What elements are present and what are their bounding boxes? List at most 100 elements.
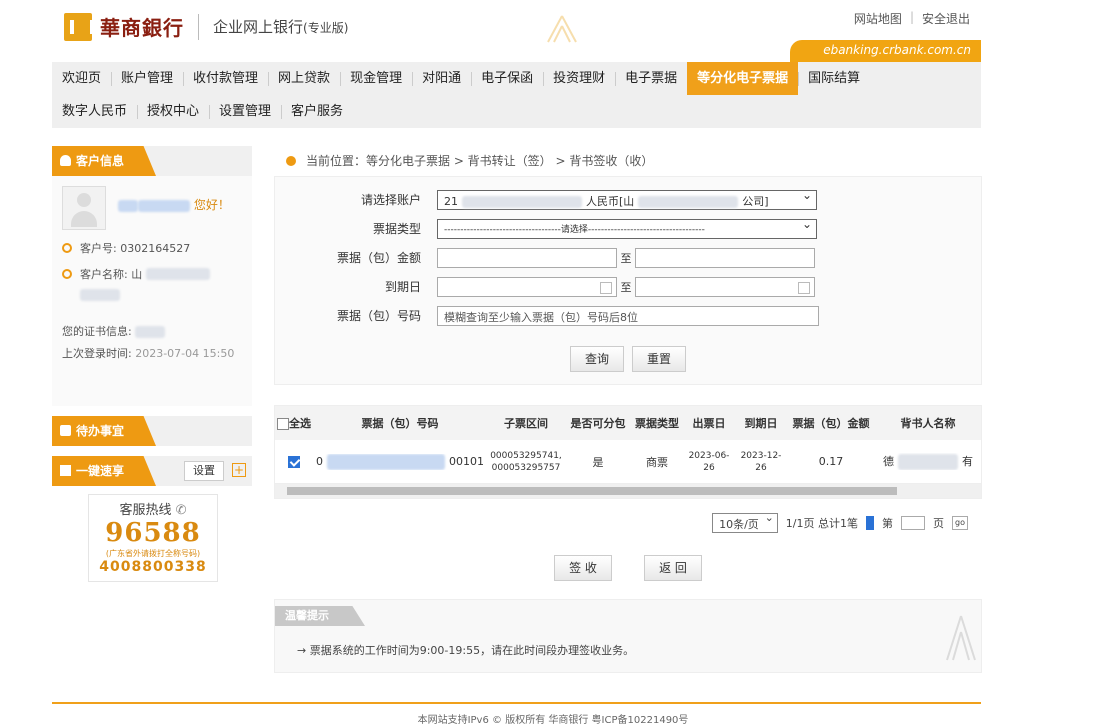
left-sidebar: 客户信息 您好！ 客户号: 0302164527 客户名称: 山 您的证书信息:… (52, 146, 252, 582)
bullet-icon (62, 269, 72, 279)
reset-button[interactable]: 重置 (632, 346, 687, 372)
nav-duiyang[interactable]: 对阳通 (412, 62, 471, 95)
redacted-name (138, 199, 190, 212)
page-info: 1/1页 总计1笔 (785, 517, 858, 530)
avatar (62, 186, 106, 230)
select-all[interactable]: 全选 (275, 415, 313, 431)
location-icon (286, 156, 296, 166)
nav-account[interactable]: 账户管理 (111, 62, 183, 95)
hotline-note: (广东省外请拨打全称号码) (105, 549, 201, 558)
page: 華商銀行 企业网上银行(专业版) 网站地图 | 安全退出 ebanking.cr… (0, 0, 1106, 726)
current-page-indicator[interactable] (866, 516, 874, 530)
bill-type-select[interactable]: ------------------------------------请选择-… (437, 218, 817, 239)
redacted-name (118, 199, 138, 212)
amount-max-input[interactable] (635, 247, 815, 268)
nav-settings[interactable]: 设置管理 (209, 95, 281, 128)
main-content: 当前位置：等分化电子票据 > 背书转让（签） > 背书签收（收） 请选择账户 2… (274, 146, 982, 673)
bank-name: 華商銀行 (100, 16, 184, 40)
scrollbar-thumb[interactable] (287, 487, 897, 495)
tips-title: 温馨提示 (275, 606, 365, 626)
col-bill-number: 票据（包）号码 (361, 417, 439, 430)
logout-link[interactable]: 安全退出 (922, 10, 970, 27)
customer-panel-tab: 客户信息 (52, 146, 156, 176)
query-button[interactable]: 查询 (569, 346, 624, 372)
col-endorser: 背书人名称 (900, 417, 956, 430)
action-buttons: 签 收 返 回 (274, 555, 982, 581)
todo-panel-tab: 待办事宜 (52, 416, 156, 446)
redacted-line (62, 288, 242, 301)
sign-button[interactable]: 签 收 (554, 555, 612, 581)
due-date-start-input[interactable] (437, 276, 617, 297)
footer: 本网站支持IPv6 © 版权所有 华商银行 粤ICP备10221490号 (417, 715, 689, 726)
url-banner: ebanking.crbank.com.cn (790, 40, 981, 62)
bank-logo[interactable]: 華商銀行 企业网上银行(专业版) (64, 12, 348, 41)
cell-bill-number: 0 00101 (316, 453, 484, 470)
site-map-link[interactable]: 网站地图 (854, 10, 902, 27)
nav-intl[interactable]: 国际结算 (798, 62, 870, 95)
last-login: 上次登录时间: 2023-07-04 15:50 (62, 347, 235, 360)
nav-split-ebill[interactable]: 等分化电子票据 (687, 62, 799, 95)
nav-welcome[interactable]: 欢迎页 (52, 62, 111, 95)
nav-digital-rmb[interactable]: 数字人民币 (52, 95, 137, 128)
hotline-box: 客服热线 ✆ 96588 (广东省外请拨打全称号码) 4008800338 (88, 494, 218, 582)
col-divisible: 是否可分包 (570, 417, 626, 430)
hotline-title: 客服热线 ✆ (119, 503, 187, 518)
cell-endorser: 德有 (883, 454, 973, 470)
back-button[interactable]: 返 回 (644, 555, 702, 581)
table-header: 全选 票据（包）号码 子票区间 是否可分包 票据类型 出票日 到期日 票据（包）… (275, 406, 981, 440)
hotline-number: 96588 (105, 518, 201, 548)
form-buttons: 查询 重置 (275, 346, 981, 372)
row-select[interactable] (275, 455, 313, 468)
redacted-account (462, 195, 582, 208)
select-all-checkbox[interactable] (277, 418, 289, 430)
bill-number-row: 票据（包）号码 模糊查询至少输入票据（包）号码后8位 (275, 301, 981, 330)
customer-no-line: 客户号: 0302164527 (62, 240, 242, 256)
horizontal-scrollbar[interactable] (275, 484, 981, 498)
col-issue-date: 出票日 (692, 417, 726, 430)
nav-guarantee[interactable]: 电子保函 (471, 62, 543, 95)
certificate-info: 您的证书信息: (62, 323, 242, 339)
page-unit: 页 (933, 517, 944, 530)
page-size-select[interactable]: 10条/页 (712, 511, 778, 533)
nav-row-2: 数字人民币 授权中心 设置管理 客户服务 (52, 95, 981, 128)
nav-auth[interactable]: 授权中心 (137, 95, 209, 128)
due-date-row: 到期日 至 (275, 272, 981, 301)
redacted-customer-name (146, 268, 211, 280)
customer-panel-header: 客户信息 (52, 146, 252, 176)
due-date-label: 到期日 (384, 280, 421, 294)
nav-service[interactable]: 客户服务 (281, 95, 353, 128)
amount-min-input[interactable] (437, 247, 617, 268)
nav-cash[interactable]: 现金管理 (340, 62, 412, 95)
redacted-account (638, 195, 739, 208)
account-select[interactable]: 21 人民币[山 公司] (437, 188, 817, 210)
add-shortcut-button[interactable]: + (232, 463, 246, 477)
bill-number-label: 票据（包）号码 (336, 309, 421, 323)
row-checkbox[interactable] (288, 456, 300, 468)
message-icon (60, 425, 71, 436)
bank-logo-icon (64, 12, 94, 41)
nav-payment[interactable]: 收付款管理 (183, 62, 268, 95)
table-row[interactable]: 0 00101 000053295741, 000053295757 是 商票 20… (275, 440, 981, 484)
todo-panel-header[interactable]: 待办事宜 (52, 416, 252, 446)
logo-divider (198, 13, 199, 40)
nav-invest[interactable]: 投资理财 (543, 62, 615, 95)
to-label: 至 (620, 251, 632, 265)
page-label: 第 (882, 517, 893, 530)
bill-number-input[interactable]: 模糊查询至少输入票据（包）号码后8位 (437, 305, 819, 326)
customer-no: 0302164527 (120, 241, 191, 255)
cell-due-date: 2023-12-26 (740, 450, 782, 473)
go-button[interactable]: go (952, 516, 968, 530)
nav-row-1: 欢迎页 账户管理 收付款管理 网上贷款 现金管理 对阳通 电子保函 投资理财 电… (52, 62, 981, 95)
quick-settings-button[interactable]: 设置 (184, 461, 224, 481)
decorative-mountain-icon (946, 615, 976, 661)
amount-label: 票据（包）金额 (336, 251, 421, 265)
amount-row: 票据（包）金额 至 (275, 243, 981, 272)
nav-ebill[interactable]: 电子票据 (615, 62, 687, 95)
greeting: 您好！ (118, 186, 242, 230)
nav-loan[interactable]: 网上贷款 (268, 62, 340, 95)
due-date-end-input[interactable] (635, 276, 815, 297)
pagination: 10条/页 1/1页 总计1笔 第 页 go (274, 511, 982, 533)
page-number-input[interactable] (901, 516, 925, 530)
redacted-certificate (135, 326, 166, 338)
